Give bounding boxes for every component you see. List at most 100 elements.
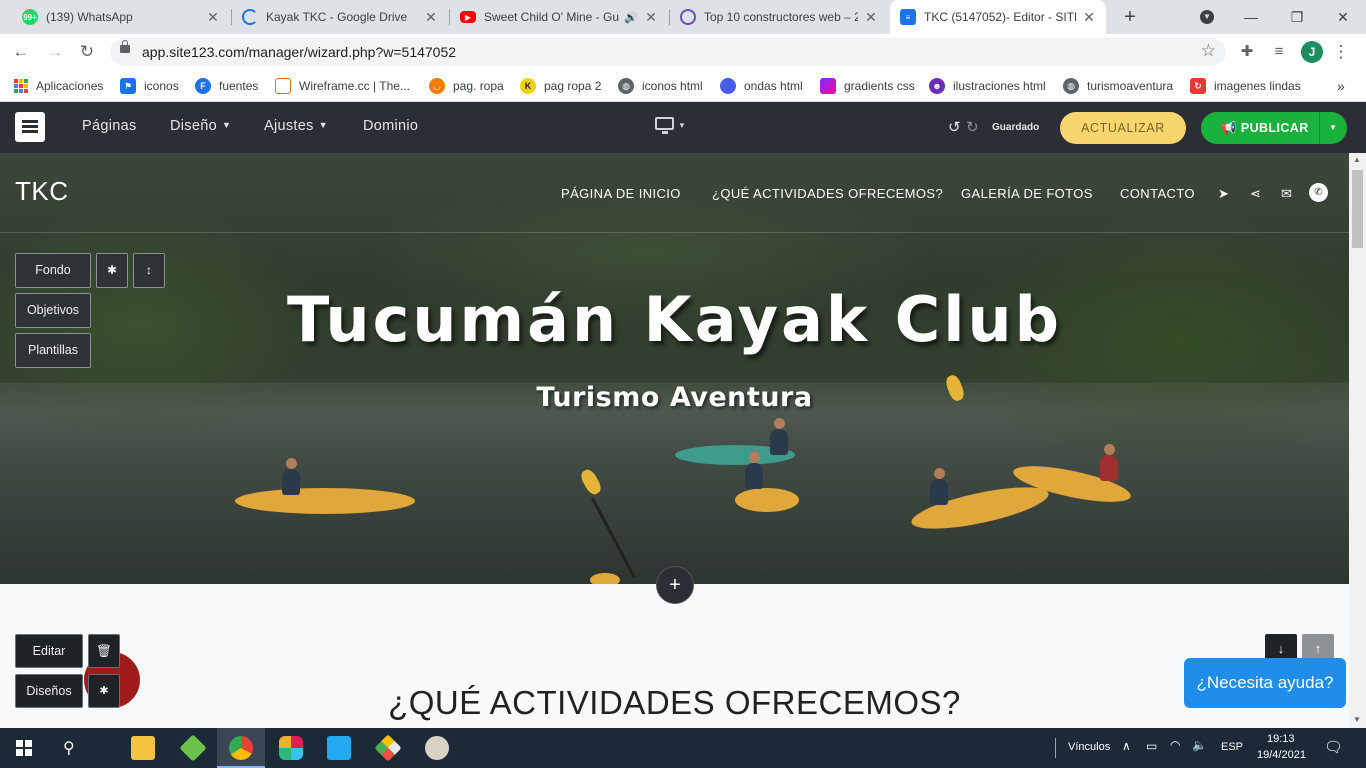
- caret-down-icon[interactable]: ▼: [678, 121, 686, 130]
- address-bar[interactable]: app.site123.com/manager/wizard.php?w=514…: [110, 38, 1226, 66]
- forward-icon[interactable]: →: [42, 39, 68, 65]
- settings-gear-icon[interactable]: ✱: [96, 253, 128, 288]
- profile-avatar[interactable]: J: [1301, 41, 1323, 63]
- file-explorer-icon[interactable]: [131, 736, 155, 760]
- tab-search-icon[interactable]: ▼: [1184, 0, 1230, 34]
- nav-contacto[interactable]: CONTACTO: [1120, 186, 1195, 201]
- hero-overlay: [0, 153, 1349, 584]
- windows-start-icon[interactable]: [16, 740, 32, 756]
- window-close-icon[interactable]: ✕: [1320, 0, 1366, 34]
- speaker-icon[interactable]: 🔊: [624, 11, 638, 24]
- tab-google-drive[interactable]: Kayak TKC - Google Drive ✕: [232, 0, 448, 34]
- whatsapp-icon[interactable]: ✆: [1309, 183, 1328, 202]
- youtube-icon: ▶: [460, 11, 476, 23]
- site-logo[interactable]: TKC: [15, 176, 69, 207]
- media-control-icon[interactable]: ≡: [1266, 39, 1292, 65]
- redo-icon[interactable]: ↻: [966, 118, 979, 136]
- document-icon: ≡: [900, 9, 916, 25]
- tab-constructores[interactable]: Top 10 constructores web – 2 ✕: [670, 0, 888, 34]
- bookmark-star-icon[interactable]: ☆: [1201, 41, 1216, 61]
- menu-diseno[interactable]: Diseño ▼: [170, 118, 231, 134]
- bookmark-turismoaventura[interactable]: ◍ turismoaventura: [1063, 76, 1173, 96]
- language-indicator[interactable]: ESP: [1221, 741, 1243, 753]
- close-icon[interactable]: ✕: [206, 9, 220, 26]
- resize-vertical-icon[interactable]: ↕: [133, 253, 165, 288]
- bookmark-ilustraciones[interactable]: ☻ ilustraciones html: [929, 76, 1046, 96]
- vscode-icon[interactable]: [327, 736, 351, 760]
- nav-galeria[interactable]: GALERÍA DE FOTOS: [961, 186, 1093, 201]
- notifications-icon[interactable]: 🗨: [1324, 738, 1343, 756]
- scroll-up-icon[interactable]: ▲: [1353, 155, 1361, 164]
- section-title[interactable]: ¿QUÉ ACTIVIDADES OFRECEMOS?: [0, 684, 1349, 722]
- bookmark-apps[interactable]: Aplicaciones: [14, 76, 103, 96]
- menu-ajustes[interactable]: Ajustes ▼: [264, 118, 328, 134]
- wifi-icon[interactable]: ◠: [1170, 738, 1180, 752]
- hero-subtitle[interactable]: Turismo Aventura: [0, 382, 1349, 413]
- more-bookmarks-icon[interactable]: »: [1337, 76, 1345, 96]
- disenos-button[interactable]: Diseños: [15, 674, 83, 708]
- bookmark-ondas-html[interactable]: ondas html: [720, 76, 803, 96]
- battery-icon[interactable]: ▭: [1146, 739, 1157, 753]
- tab-whatsapp[interactable]: 99+ (139) WhatsApp ✕: [12, 0, 230, 34]
- links-toolbar[interactable]: Vínculos: [1068, 741, 1110, 753]
- close-icon[interactable]: ✕: [864, 9, 878, 26]
- tab-youtube[interactable]: ▶ Sweet Child O' Mine - Gu 🔊 ✕: [450, 0, 668, 34]
- wireframe-icon: [275, 78, 291, 94]
- minimize-icon[interactable]: —: [1228, 0, 1274, 34]
- site123-menu-icon[interactable]: [15, 112, 45, 142]
- nav-inicio[interactable]: PÁGINA DE INICIO: [561, 186, 681, 201]
- location-arrow-icon[interactable]: ➤: [1218, 186, 1229, 202]
- bookmark-wireframe[interactable]: Wireframe.cc | The...: [275, 76, 410, 96]
- close-icon[interactable]: ✕: [644, 9, 658, 26]
- fondo-button[interactable]: Fondo: [15, 253, 91, 288]
- bookmark-pag-ropa-2[interactable]: K pag ropa 2: [520, 76, 601, 96]
- scrollbar-thumb[interactable]: [1352, 170, 1363, 248]
- trash-icon[interactable]: 🗑: [88, 634, 120, 668]
- desktop-preview-icon[interactable]: [655, 117, 674, 134]
- restore-icon[interactable]: ❐: [1274, 0, 1320, 34]
- bookmark-pag-ropa[interactable]: ◡ pag. ropa: [429, 76, 504, 96]
- bookmark-imagenes-lindas[interactable]: ↻ imagenes lindas: [1190, 76, 1301, 96]
- clock-date[interactable]: 19/4/2021: [1257, 749, 1306, 761]
- hero-title[interactable]: Tucumán Kayak Club: [0, 283, 1349, 356]
- lock-icon[interactable]: [120, 40, 130, 53]
- envelope-icon[interactable]: ✉: [1281, 186, 1292, 202]
- clock-time[interactable]: 19:13: [1267, 733, 1295, 745]
- paint-icon[interactable]: [425, 736, 449, 760]
- plantillas-button[interactable]: Plantillas: [15, 333, 91, 368]
- menu-paginas[interactable]: Páginas: [82, 118, 137, 134]
- browser-menu-icon[interactable]: ⋮: [1328, 39, 1354, 65]
- chrome-icon[interactable]: [229, 736, 253, 760]
- undo-icon[interactable]: ↺: [948, 118, 961, 136]
- objetivos-button[interactable]: Objetivos: [15, 293, 91, 328]
- bookmark-fuentes[interactable]: F fuentes: [195, 76, 258, 96]
- bookmark-gradients-css[interactable]: gradients css: [820, 76, 915, 96]
- tab-site123-editor[interactable]: ≡ TKC (5147052)- Editor - SITE1 ✕: [890, 0, 1106, 34]
- nav-actividades[interactable]: ¿QUÉ ACTIVIDADES OFRECEMOS?: [712, 186, 943, 201]
- slack-icon[interactable]: [279, 736, 303, 760]
- url-text[interactable]: app.site123.com/manager/wizard.php?w=514…: [142, 44, 456, 60]
- close-icon[interactable]: ✕: [424, 9, 438, 26]
- volume-icon[interactable]: 🔈: [1192, 738, 1207, 752]
- help-button[interactable]: ¿Necesita ayuda?: [1184, 658, 1346, 708]
- tab-title: TKC (5147052)- Editor - SITE1: [924, 10, 1076, 24]
- reload-icon[interactable]: ↻: [74, 39, 100, 65]
- bookmark-iconos-html[interactable]: ◍ iconos html: [618, 76, 703, 96]
- back-icon[interactable]: ←: [8, 39, 34, 65]
- new-tab-button[interactable]: +: [1118, 5, 1142, 29]
- publish-options-caret-icon[interactable]: ▼: [1329, 123, 1337, 132]
- scroll-down-icon[interactable]: ▼: [1353, 715, 1361, 724]
- bookmark-iconos[interactable]: ⚑ iconos: [120, 76, 179, 96]
- share-icon[interactable]: ⋖: [1250, 186, 1261, 202]
- publish-button[interactable]: 📢 PUBLICAR ▼: [1201, 112, 1347, 144]
- extensions-icon[interactable]: ✚: [1234, 39, 1260, 65]
- add-section-button[interactable]: +: [656, 566, 694, 604]
- hero-section[interactable]: [0, 153, 1349, 584]
- menu-dominio[interactable]: Dominio: [363, 118, 418, 134]
- update-button[interactable]: ACTUALIZAR: [1060, 112, 1186, 144]
- search-icon[interactable]: ⚲: [63, 738, 75, 758]
- settings-gear-icon[interactable]: ✱: [88, 674, 120, 708]
- editar-button[interactable]: Editar: [15, 634, 83, 668]
- close-icon[interactable]: ✕: [1082, 9, 1096, 26]
- chevron-up-icon[interactable]: ∧: [1122, 739, 1131, 753]
